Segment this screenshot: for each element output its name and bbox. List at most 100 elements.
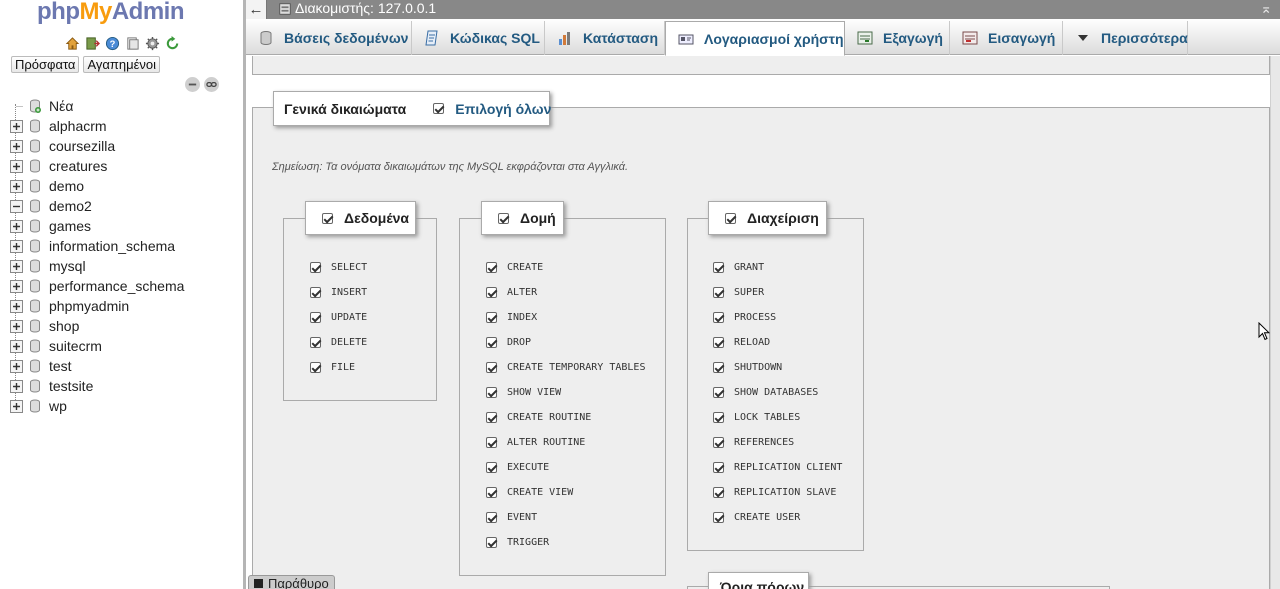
tree-item-demo[interactable]: demo [8, 176, 240, 196]
tab-user-accounts[interactable]: Λογαριασμοί χρήστη [665, 21, 845, 56]
tree-item-alphacrm[interactable]: alphacrm [8, 116, 240, 136]
privilege-checkbox[interactable] [713, 512, 724, 523]
privilege-create-routine[interactable]: CREATE ROUTINE [486, 412, 591, 423]
expand-plus-icon[interactable] [9, 259, 23, 273]
privilege-process[interactable]: PROCESS [713, 312, 776, 323]
tree-item-label[interactable]: wp [49, 398, 67, 414]
database-icon[interactable] [29, 239, 43, 253]
new-database-icon[interactable] [29, 99, 43, 113]
privilege-create-temporary-tables[interactable]: CREATE TEMPORARY TABLES [486, 362, 645, 373]
privilege-create-view[interactable]: CREATE VIEW [486, 487, 573, 498]
privilege-insert[interactable]: INSERT [310, 287, 367, 298]
privilege-checkbox[interactable] [713, 312, 724, 323]
privilege-show-databases[interactable]: SHOW DATABASES [713, 387, 818, 398]
privilege-checkbox[interactable] [486, 337, 497, 348]
database-icon[interactable] [29, 159, 43, 173]
tree-item-label[interactable]: information_schema [49, 238, 175, 254]
privilege-checkbox[interactable] [486, 487, 497, 498]
collapse-top-icon[interactable]: ⌅ [1260, 0, 1272, 16]
privilege-checkbox[interactable] [486, 312, 497, 323]
tree-item-label[interactable]: alphacrm [49, 118, 107, 134]
privilege-references[interactable]: REFERENCES [713, 437, 794, 448]
database-icon[interactable] [29, 399, 43, 413]
privilege-checkbox[interactable] [713, 462, 724, 473]
privilege-checkbox[interactable] [713, 487, 724, 498]
database-icon[interactable] [29, 219, 43, 233]
tree-item-suitecrm[interactable]: suitecrm [8, 336, 240, 356]
select-all-label[interactable]: Επιλογή όλων [455, 101, 551, 117]
privilege-checkbox[interactable] [310, 287, 321, 298]
privilege-show-view[interactable]: SHOW VIEW [486, 387, 561, 398]
tree-item-label[interactable]: demo [49, 178, 84, 194]
expand-plus-icon[interactable] [9, 219, 23, 233]
tree-item-phpmyadmin[interactable]: phpmyadmin [8, 296, 240, 316]
favorites-tab[interactable]: Αγαπημένοι [83, 56, 161, 73]
privilege-checkbox[interactable] [486, 512, 497, 523]
privilege-checkbox[interactable] [310, 362, 321, 373]
privilege-replication-client[interactable]: REPLICATION CLIENT [713, 462, 842, 473]
tree-item-label[interactable]: testsite [49, 378, 93, 394]
tree-item-label[interactable]: Νέα [49, 98, 73, 114]
privilege-checkbox[interactable] [713, 287, 724, 298]
tab-export[interactable]: Εξαγωγή [845, 21, 950, 55]
privilege-checkbox[interactable] [486, 437, 497, 448]
tree-item-testsite[interactable]: testsite [8, 376, 240, 396]
privilege-checkbox[interactable] [310, 262, 321, 273]
tree-item-shop[interactable]: shop [8, 316, 240, 336]
expand-plus-icon[interactable] [9, 139, 23, 153]
data-group-checkbox[interactable] [322, 212, 333, 224]
database-icon[interactable] [29, 139, 43, 153]
privilege-checkbox[interactable] [713, 412, 724, 423]
tree-item-new[interactable]: Νέα [8, 96, 240, 116]
tree-item-performance_schema[interactable]: performance_schema [8, 276, 240, 296]
administration-group-checkbox[interactable] [725, 212, 736, 224]
privilege-select[interactable]: SELECT [310, 262, 367, 273]
tree-item-demo2[interactable]: demo2 [8, 196, 240, 216]
expand-plus-icon[interactable] [9, 299, 23, 313]
privilege-checkbox[interactable] [713, 437, 724, 448]
tree-item-games[interactable]: games [8, 216, 240, 236]
privilege-checkbox[interactable] [486, 462, 497, 473]
privilege-checkbox[interactable] [486, 262, 497, 273]
tree-item-wp[interactable]: wp [8, 396, 240, 416]
tree-item-label[interactable]: shop [49, 318, 79, 334]
privilege-delete[interactable]: DELETE [310, 337, 367, 348]
tree-item-creatures[interactable]: creatures [8, 156, 240, 176]
select-all-checkbox[interactable] [433, 103, 445, 114]
home-icon[interactable] [64, 35, 81, 51]
tab-more[interactable]: Περισσότερα [1063, 21, 1188, 55]
privilege-super[interactable]: SUPER [713, 287, 764, 298]
privilege-create-user[interactable]: CREATE USER [713, 512, 800, 523]
database-icon[interactable] [29, 319, 43, 333]
tree-item-label[interactable]: demo2 [49, 198, 92, 214]
privilege-checkbox[interactable] [713, 337, 724, 348]
reload-icon[interactable] [164, 35, 181, 51]
expand-plus-icon[interactable] [9, 319, 23, 333]
privilege-execute[interactable]: EXECUTE [486, 462, 549, 473]
link-icon[interactable] [204, 77, 219, 92]
privilege-checkbox[interactable] [486, 287, 497, 298]
database-icon[interactable] [29, 259, 43, 273]
privilege-checkbox[interactable] [713, 262, 724, 273]
database-icon[interactable] [29, 179, 43, 193]
privilege-checkbox[interactable] [713, 362, 724, 373]
docs-icon[interactable] [124, 35, 141, 51]
privilege-drop[interactable]: DROP [486, 337, 531, 348]
expand-plus-icon[interactable] [9, 179, 23, 193]
database-icon[interactable] [29, 339, 43, 353]
expand-plus-icon[interactable] [9, 239, 23, 253]
privilege-reload[interactable]: RELOAD [713, 337, 770, 348]
privilege-shutdown[interactable]: SHUTDOWN [713, 362, 782, 373]
privilege-checkbox[interactable] [486, 412, 497, 423]
privilege-create[interactable]: CREATE [486, 262, 543, 273]
expand-plus-icon[interactable] [9, 399, 23, 413]
privilege-replication-slave[interactable]: REPLICATION SLAVE [713, 487, 836, 498]
database-icon[interactable] [29, 379, 43, 393]
phpmyadmin-logo[interactable]: phpMyAdmin [37, 0, 185, 26]
database-icon[interactable] [29, 299, 43, 313]
privilege-checkbox[interactable] [486, 387, 497, 398]
tab-databases[interactable]: Βάσεις δεδομένων [246, 21, 412, 55]
privilege-checkbox[interactable] [486, 537, 497, 548]
privilege-checkbox[interactable] [486, 362, 497, 373]
database-icon[interactable] [29, 199, 43, 213]
